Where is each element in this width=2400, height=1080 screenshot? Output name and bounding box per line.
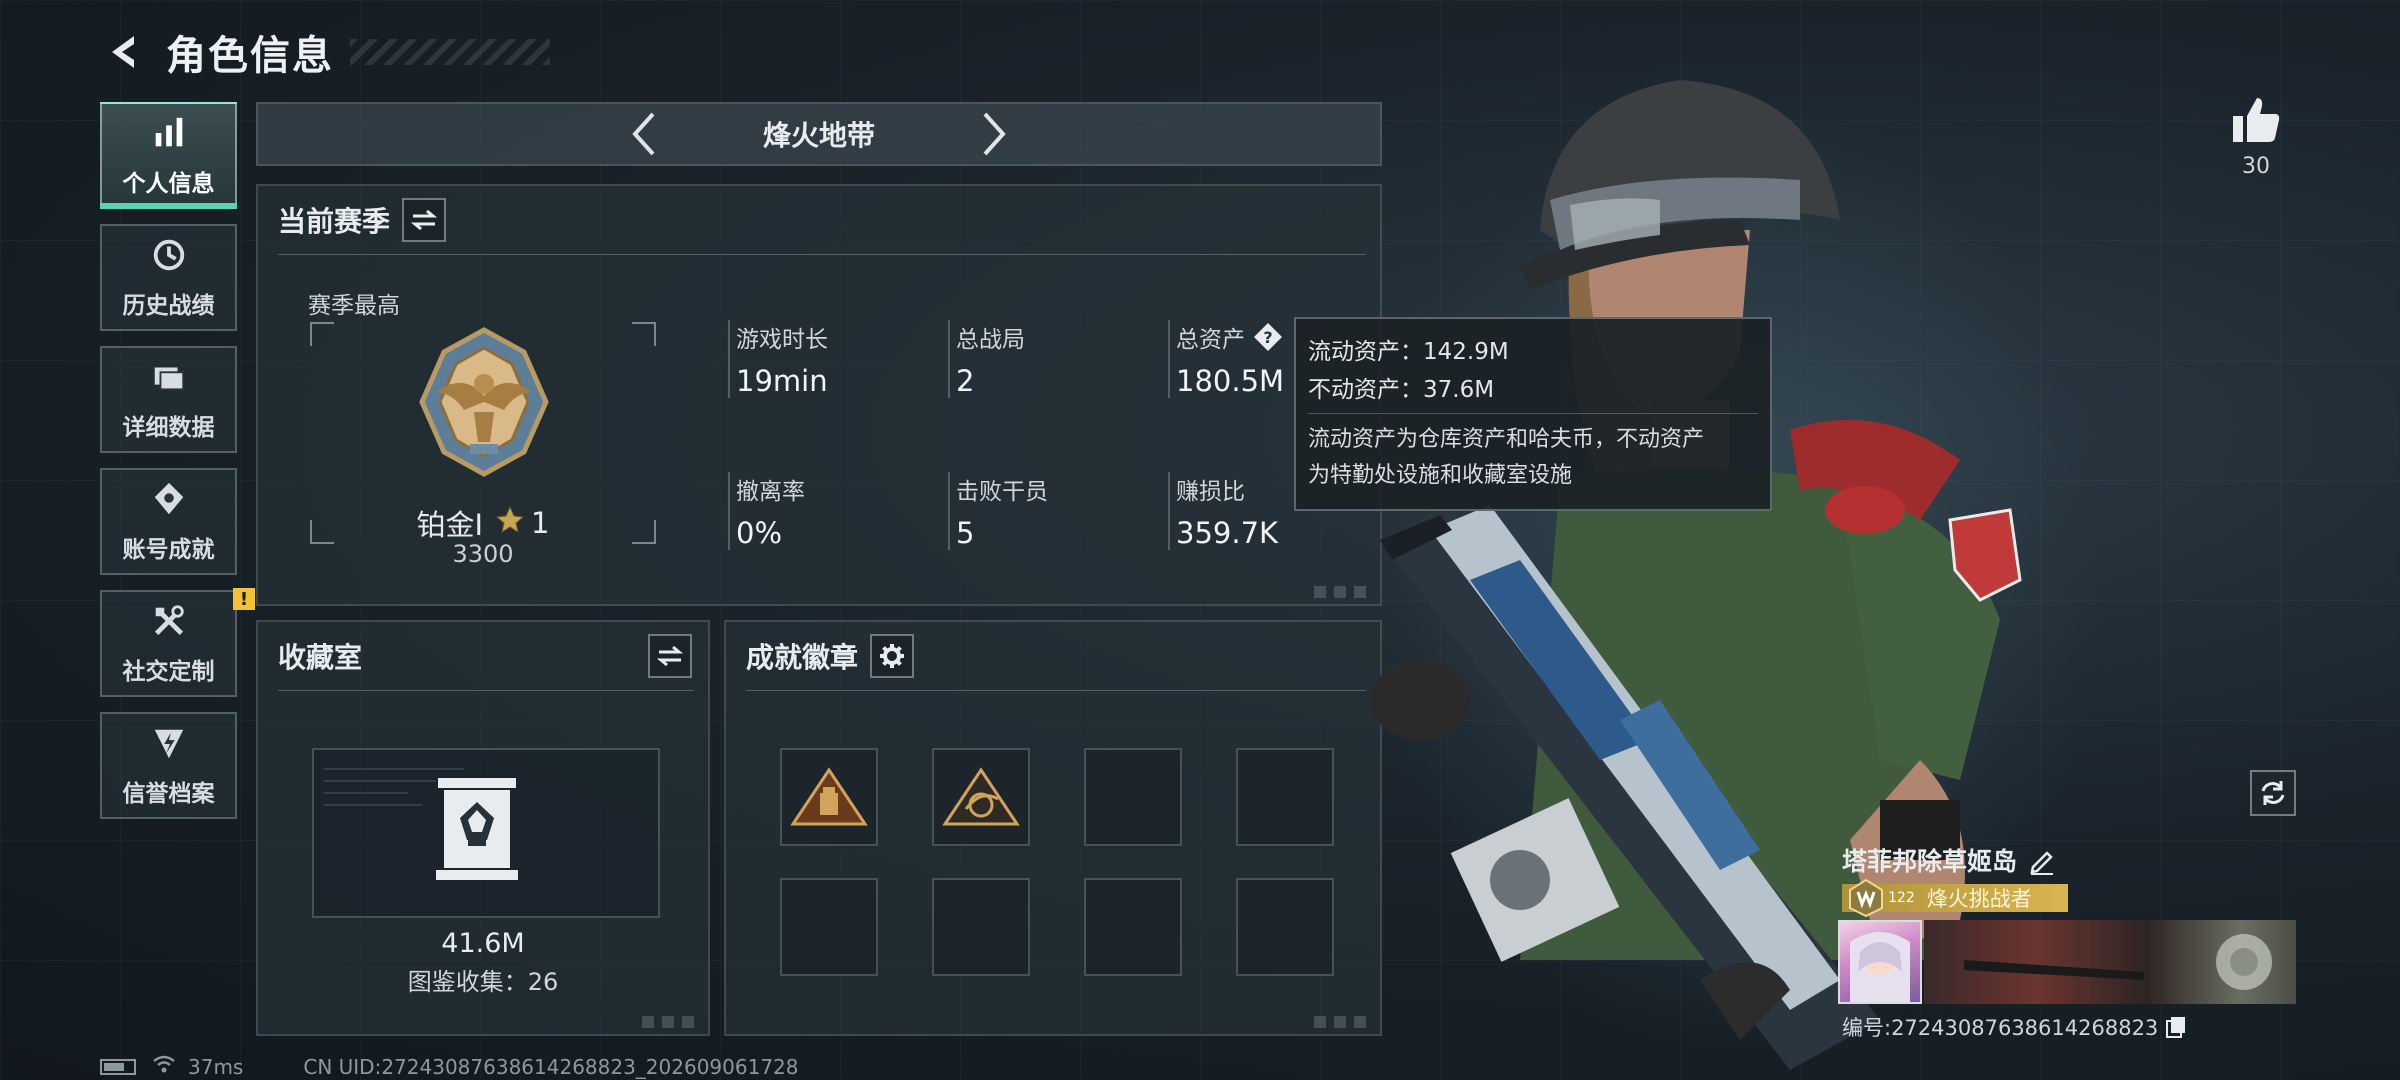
mode-title: 烽火地带 bbox=[762, 119, 875, 152]
sidebar-item-label: 账号成就 bbox=[122, 536, 215, 563]
like-area[interactable]: 30 bbox=[2228, 96, 2284, 179]
fixed-assets: 不动资产：37.6M bbox=[1308, 377, 1495, 403]
player-id: 编号:27243087638614268823 bbox=[1842, 1016, 2159, 1040]
divider bbox=[278, 254, 1366, 255]
section-title: 当前赛季 bbox=[278, 205, 391, 238]
supply-badge-icon bbox=[790, 767, 868, 826]
profile-banner[interactable] bbox=[1924, 920, 2296, 1004]
mode-selector: 烽火地带 bbox=[256, 102, 1382, 166]
battery-icon bbox=[100, 1058, 136, 1075]
rank-name-row: 铂金I 1 bbox=[310, 502, 656, 544]
copy-icon[interactable] bbox=[2164, 1015, 2188, 1039]
stat-operators-defeated: 击败干员 5 bbox=[948, 472, 1148, 550]
title-decoration bbox=[350, 39, 550, 65]
player-level: 122 bbox=[1888, 890, 1915, 906]
switch-collection-button[interactable] bbox=[648, 634, 692, 678]
badge-slot[interactable] bbox=[932, 878, 1030, 976]
status-bar: 37ms CN UID:27243087638614268823_2026090… bbox=[100, 1054, 799, 1079]
sidebar-item-label: 社交定制 bbox=[122, 658, 215, 685]
player-name: 塔菲邦除草姬岛 bbox=[1842, 847, 2018, 876]
rank-stars: 1 bbox=[531, 506, 550, 540]
player-title-badge: 122 烽火挑战者 bbox=[1842, 878, 2068, 918]
sidebar-item-achievements[interactable]: 账号成就 bbox=[100, 468, 237, 575]
svg-text:?: ? bbox=[1263, 328, 1272, 347]
liquid-assets: 流动资产：142.9M bbox=[1308, 339, 1509, 365]
next-mode-button[interactable] bbox=[969, 106, 1019, 162]
collection-count: 图鉴收集：26 bbox=[407, 968, 559, 996]
dragon-badge-icon bbox=[942, 767, 1020, 826]
back-arrow-icon[interactable] bbox=[100, 28, 148, 76]
badge-slot[interactable] bbox=[780, 878, 878, 976]
wifi-icon bbox=[152, 1054, 176, 1079]
achievement-badges-panel: 成就徽章 bbox=[724, 620, 1382, 1036]
divider bbox=[278, 690, 694, 691]
uid-text: CN UID:27243087638614268823_202609061728 bbox=[303, 1054, 799, 1079]
total-assets-tooltip: 流动资产：142.9M 不动资产：37.6M 流动资产为仓库资产和哈夫币，不动资… bbox=[1294, 317, 1772, 511]
folder-icon bbox=[150, 358, 188, 400]
badge-slot[interactable] bbox=[1084, 748, 1182, 846]
edit-pencil-icon[interactable] bbox=[2027, 845, 2057, 875]
collection-room-panel[interactable]: 收藏室 41.6M 图鉴收集：26 bbox=[256, 620, 710, 1036]
rank-points: 3300 bbox=[452, 540, 514, 568]
corner-decoration bbox=[642, 1016, 702, 1028]
sidebar-item-label: 详细数据 bbox=[122, 414, 215, 441]
stat-play-time: 游戏时长 19min bbox=[728, 320, 928, 398]
gear-icon bbox=[880, 644, 905, 668]
sidebar-item-detailed-data[interactable]: 详细数据 bbox=[100, 346, 237, 453]
badge-slot[interactable] bbox=[932, 748, 1030, 846]
player-name-row: 塔菲邦除草姬岛 bbox=[1842, 842, 2057, 878]
player-title: 烽火挑战者 bbox=[1926, 887, 2032, 911]
stat-total-matches: 总战局 2 bbox=[948, 320, 1148, 398]
sidebar-item-label: 信誉档案 bbox=[122, 780, 215, 807]
badge-slot[interactable] bbox=[780, 748, 878, 846]
badge-slot[interactable] bbox=[1084, 878, 1182, 976]
clock-icon bbox=[150, 236, 188, 278]
sidebar-item-personal-info[interactable]: 个人信息 bbox=[100, 102, 237, 209]
swap-icon bbox=[411, 209, 438, 231]
tooltip-description-2: 为特勤处设施和收藏室设施 bbox=[1308, 463, 1573, 488]
level-badge-icon bbox=[1846, 878, 1886, 922]
sidebar-item-history[interactable]: 历史战绩 bbox=[100, 224, 237, 331]
divider bbox=[746, 690, 1366, 691]
sidebar-item-social-custom[interactable]: 社交定制 ! bbox=[100, 588, 255, 697]
prev-mode-button[interactable] bbox=[619, 106, 669, 162]
like-count: 30 bbox=[2242, 154, 2270, 179]
badge-settings-button[interactable] bbox=[870, 634, 915, 678]
current-season-panel: 当前赛季 赛季最高 铂金I 1 3300 游戏时长 19min 总战局 2 总资… bbox=[256, 184, 1382, 606]
platinum-rank-emblem-icon bbox=[404, 322, 564, 486]
sidebar: 个人信息 历史战绩 详细数据 账号成就 社交定制 ! 信誉档案 bbox=[100, 102, 255, 834]
avatar[interactable] bbox=[1838, 920, 1922, 1004]
sidebar-item-label: 个人信息 bbox=[122, 170, 215, 197]
switch-season-button[interactable] bbox=[402, 198, 447, 242]
refresh-icon bbox=[2261, 781, 2285, 805]
ping-text: 37ms bbox=[188, 1054, 244, 1079]
thumbs-up-icon[interactable] bbox=[2231, 98, 2281, 148]
help-icon[interactable]: ? bbox=[1253, 322, 1283, 352]
star-icon bbox=[495, 505, 525, 542]
sidebar-item-label: 历史战绩 bbox=[122, 292, 215, 319]
tooltip-description-1: 流动资产为仓库资产和哈夫币，不动资产 bbox=[1308, 427, 1705, 452]
alert-badge: ! bbox=[233, 588, 255, 610]
diamond-badge-icon bbox=[150, 480, 188, 522]
stat-extraction-rate: 撤离率 0% bbox=[728, 472, 928, 550]
refresh-button[interactable] bbox=[2250, 770, 2296, 816]
bar-chart-icon bbox=[150, 114, 188, 156]
collection-value: 41.6M bbox=[441, 928, 525, 959]
season-best-label: 赛季最高 bbox=[308, 293, 400, 319]
display-cabinet-icon bbox=[432, 774, 522, 888]
section-title: 收藏室 bbox=[278, 641, 363, 674]
player-id-row: 编号:27243087638614268823 bbox=[1842, 1012, 2188, 1042]
page-title: 角色信息 bbox=[166, 33, 334, 79]
rank-frame: 铂金I 1 bbox=[310, 322, 656, 544]
rank-name: 铂金I bbox=[416, 508, 484, 542]
lightning-badge-icon bbox=[150, 724, 188, 766]
section-title: 成就徽章 bbox=[746, 641, 859, 674]
sidebar-item-credit-record[interactable]: 信誉档案 bbox=[100, 712, 237, 819]
header: 角色信息 bbox=[100, 22, 550, 82]
swap-icon bbox=[657, 645, 683, 667]
tools-icon bbox=[150, 602, 188, 644]
